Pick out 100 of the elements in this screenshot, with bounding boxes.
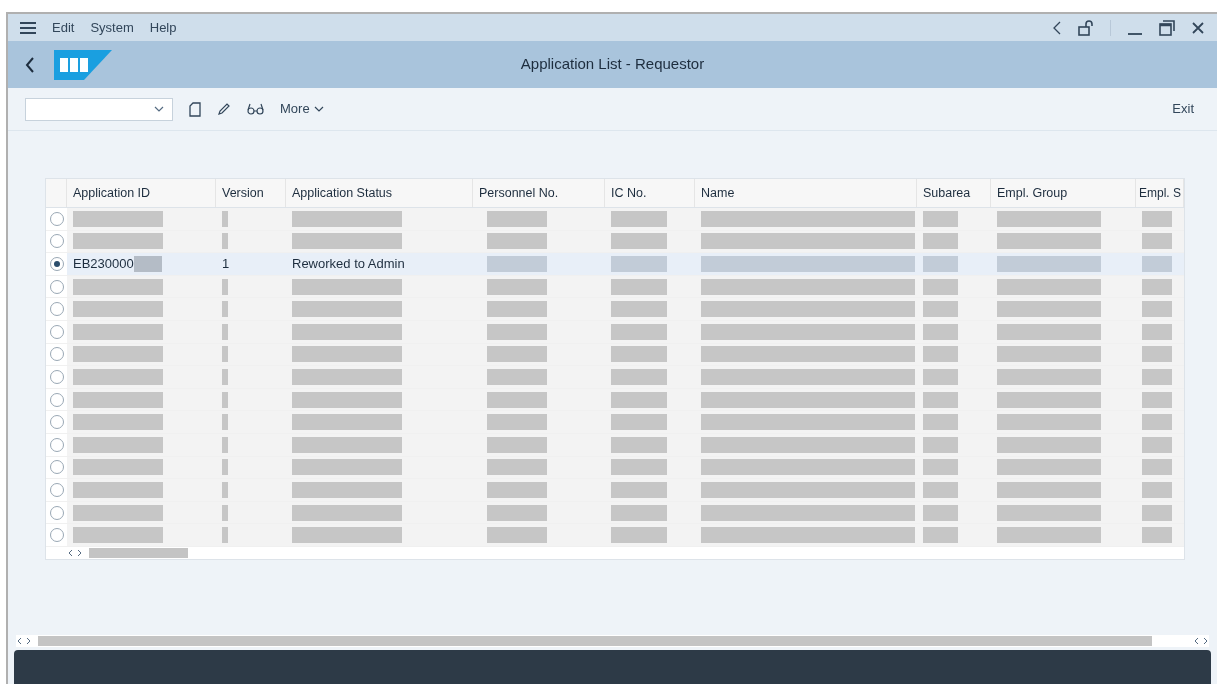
table-cell-text: EB230000 (73, 255, 134, 274)
redacted-text (611, 368, 667, 385)
unlocked-lock-icon[interactable] (1078, 19, 1094, 36)
radio-button[interactable] (49, 211, 64, 226)
redacted-text (923, 368, 958, 385)
scrollbar-thumb[interactable] (38, 636, 1152, 646)
redacted-text (487, 323, 547, 340)
redacted-text (923, 256, 958, 272)
close-icon[interactable] (1191, 20, 1205, 35)
scroll-arrows-icon[interactable] (16, 637, 32, 645)
column-header[interactable]: Empl. Group (997, 183, 1068, 203)
radio-button[interactable] (49, 324, 64, 339)
caret-icon (313, 106, 324, 112)
redacted-text (487, 256, 547, 272)
redacted-text (133, 256, 162, 272)
redacted-text (1142, 368, 1172, 385)
menu-item[interactable]: Help (149, 17, 177, 38)
document-icon[interactable] (189, 101, 201, 117)
redacted-text (222, 436, 228, 453)
redacted-text (222, 527, 228, 544)
radio-button[interactable] (49, 302, 64, 317)
redacted-text (222, 301, 228, 318)
radio-button[interactable] (49, 369, 64, 384)
redacted-text (487, 504, 547, 521)
menu-icon[interactable] (20, 21, 36, 34)
more-button[interactable]: More (280, 99, 324, 119)
radio-button[interactable] (49, 528, 64, 543)
redacted-text (611, 233, 667, 250)
redacted-text (923, 504, 958, 521)
redacted-text (1142, 210, 1172, 227)
redacted-text (1142, 481, 1172, 498)
logo-icon (54, 49, 112, 80)
redacted-text (1142, 323, 1172, 340)
table-cell-text: 1 (222, 255, 230, 274)
redacted-text (487, 301, 547, 318)
redacted-text (222, 368, 228, 385)
column-header[interactable]: Empl. S (1139, 184, 1181, 202)
radio-button[interactable] (49, 437, 64, 452)
command-field[interactable] (25, 97, 173, 121)
redacted-text (487, 210, 547, 227)
redacted-text (923, 481, 958, 498)
radio-button[interactable] (49, 234, 64, 249)
glasses-icon[interactable] (247, 103, 264, 115)
redacted-text (923, 436, 958, 453)
redacted-text (923, 414, 958, 431)
column-header[interactable]: Application ID (73, 183, 151, 203)
redacted-text (222, 210, 228, 227)
column-header[interactable]: Subarea (923, 183, 971, 203)
column-header[interactable]: IC No. (611, 183, 647, 203)
redacted-text (222, 233, 228, 250)
redacted-text (611, 391, 667, 408)
redacted-text (1142, 391, 1172, 408)
column-header[interactable]: Name (701, 183, 735, 203)
back-icon[interactable] (1052, 20, 1062, 35)
redacted-text (611, 414, 667, 431)
radio-button[interactable] (49, 279, 64, 294)
redacted-text (1142, 414, 1172, 431)
redacted-text (487, 346, 547, 363)
redacted-text (611, 504, 667, 521)
scroll-arrows-icon[interactable] (67, 548, 83, 557)
scrollbar-thumb[interactable] (89, 547, 188, 558)
radio-button[interactable] (49, 392, 64, 407)
radio-button[interactable] (49, 505, 64, 520)
menu-item[interactable]: Edit (52, 17, 75, 38)
window-title: Application List - Requestor (519, 54, 706, 75)
radio-button[interactable] (49, 257, 64, 271)
column-header[interactable]: Personnel No. (479, 183, 559, 203)
redacted-text (487, 481, 547, 498)
radio-button[interactable] (49, 482, 64, 497)
redacted-text (487, 233, 547, 250)
redacted-text (1142, 278, 1172, 295)
redacted-text (487, 278, 547, 295)
redacted-text (1142, 346, 1172, 363)
redacted-text (487, 414, 547, 431)
menu-item[interactable]: System (90, 17, 134, 38)
radio-button[interactable] (49, 460, 64, 475)
column-header[interactable]: Application Status (292, 183, 393, 203)
radio-button[interactable] (49, 415, 64, 430)
column-header[interactable]: Version (222, 183, 264, 203)
back-icon[interactable] (24, 55, 36, 74)
redacted-text (1142, 459, 1172, 476)
radio-button[interactable] (49, 347, 64, 362)
pencil-icon[interactable] (217, 102, 231, 116)
exit-button[interactable]: Exit (1172, 99, 1194, 119)
redacted-text (923, 323, 958, 340)
redacted-text (222, 414, 228, 431)
redacted-text (611, 323, 667, 340)
restore-icon[interactable] (1159, 19, 1175, 36)
caret-icon[interactable] (154, 106, 164, 112)
redacted-text (923, 301, 958, 318)
redacted-text (611, 301, 667, 318)
redacted-text (1142, 504, 1172, 521)
redacted-text (611, 210, 667, 227)
redacted-text (222, 504, 228, 521)
redacted-text (923, 391, 958, 408)
redacted-text (611, 527, 667, 544)
redacted-text (222, 459, 228, 476)
scroll-arrows-icon[interactable] (1193, 637, 1209, 645)
redacted-text (611, 436, 667, 453)
redacted-text (923, 527, 958, 544)
